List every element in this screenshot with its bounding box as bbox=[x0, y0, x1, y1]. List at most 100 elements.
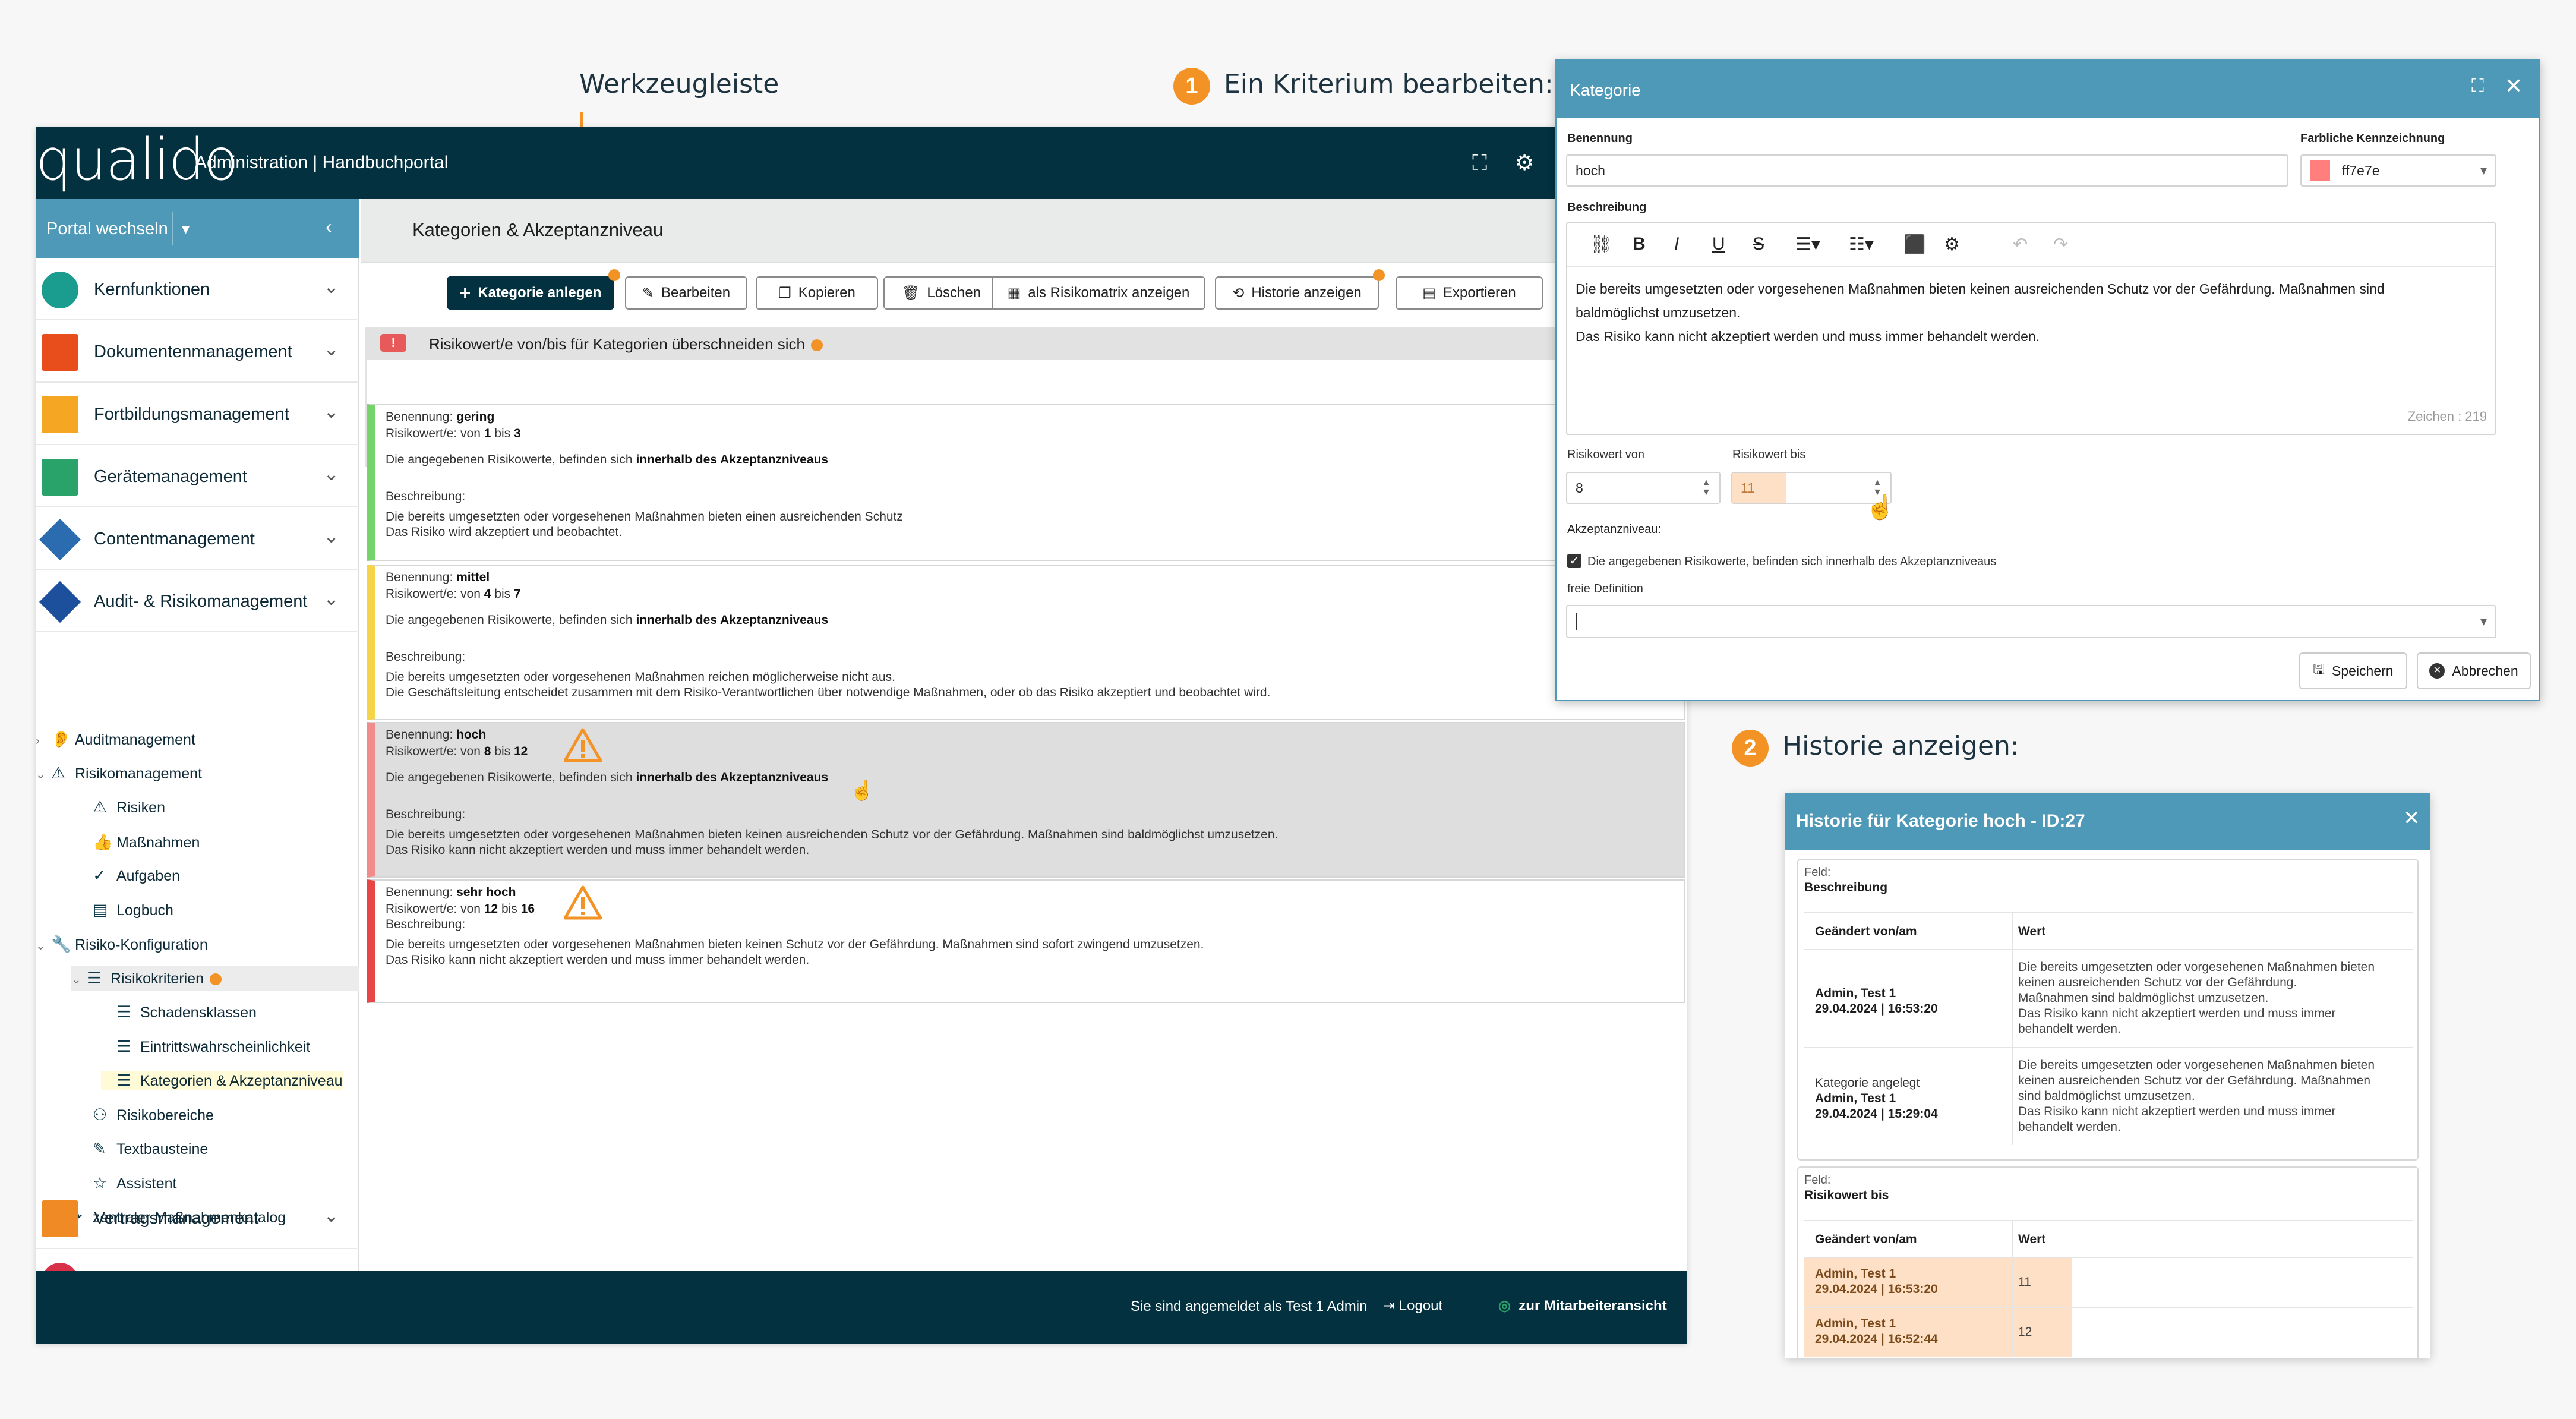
history-section: Feld: Beschreibung Geändert von/am Wert Admi… bbox=[1797, 859, 2419, 1161]
strikethrough-icon[interactable]: S bbox=[1753, 234, 1764, 254]
color-select[interactable]: ff7e7e ▾ bbox=[2300, 154, 2496, 187]
collapse-icon[interactable]: ‹ bbox=[326, 216, 332, 238]
sidebar-module-4[interactable]: Contentmanagement ⌄ bbox=[36, 508, 359, 570]
module-label: Contentmanagement bbox=[94, 529, 255, 548]
free-definition-label: freie Definition bbox=[1567, 582, 1643, 595]
tree-item-10[interactable]: ☰ Kategorien & Akzeptanzniveau bbox=[101, 1071, 343, 1090]
card-name: mittel bbox=[456, 570, 490, 584]
chevron-down-icon: ⌄ bbox=[323, 588, 339, 609]
tree-item-12[interactable]: ✎ Textbausteine bbox=[77, 1140, 208, 1158]
from-input[interactable]: 8 ▲ ▼ bbox=[1566, 472, 1721, 504]
acceptance-checkbox-label: Die angegebenen Risikowerte, befinden si… bbox=[1587, 555, 1997, 568]
redo-icon[interactable]: ↷ bbox=[2053, 234, 2068, 255]
sidebar-module-3[interactable]: Gerätemanagement ⌄ bbox=[36, 446, 359, 507]
toolbar-button-0[interactable]: + Kategorie anlegen bbox=[447, 269, 620, 310]
block-icon[interactable]: ⬛ bbox=[1903, 234, 1925, 255]
tree-icon: 👍 bbox=[93, 833, 113, 851]
link-icon[interactable]: ⛓ bbox=[1590, 234, 1612, 255]
tree-item-0[interactable]: › 👂 Auditmanagement bbox=[36, 730, 195, 749]
logged-in-text: Sie sind angemeldet als Test 1 Admin bbox=[1131, 1298, 1368, 1314]
field-name: Risikowert bis bbox=[1804, 1188, 1889, 1202]
tree-item-8[interactable]: ☰ Schadensklassen bbox=[101, 1003, 257, 1021]
sidebar-module-bottom-0[interactable]: Vertragsmanagement ⌄ bbox=[36, 1187, 359, 1249]
toolbar-button-1[interactable]: ✎ Bearbeiten bbox=[625, 276, 747, 310]
toolbar-button-4[interactable]: ▦ als Risikomatrix anzeigen bbox=[992, 276, 1205, 310]
tree-icon: 👂 bbox=[51, 730, 71, 748]
category-dialog: Kategorie ⛶ ✕ Benennung hoch Farbliche K… bbox=[1555, 59, 2540, 701]
tree-item-9[interactable]: ☰ Eintrittswahrscheinlichkeit bbox=[101, 1038, 310, 1056]
history-row: Admin, Test 1 29.04.2024 | 16:53:20 Die be… bbox=[1804, 949, 2413, 1047]
category-card[interactable]: Benennung: mittel Risikowert/e: von 4 bis… bbox=[367, 565, 1685, 720]
toolbar-icon: ▦ bbox=[1007, 285, 1021, 301]
tree-icon: ⚠ bbox=[93, 798, 108, 816]
toolbar-button-3[interactable]: 🗑 Löschen bbox=[883, 276, 999, 310]
employee-view-link[interactable]: ◎ zur Mitarbeiteransicht bbox=[1498, 1297, 1667, 1314]
to-label: Risikowert bis bbox=[1732, 448, 1806, 461]
maximize-icon[interactable]: ⛶ bbox=[2471, 76, 2484, 96]
warning-badge: ! bbox=[380, 334, 406, 352]
free-definition-select[interactable]: ▾ bbox=[1566, 605, 2496, 638]
tree-item-label: Risikomanagement bbox=[75, 765, 202, 782]
warning-icon bbox=[564, 885, 602, 920]
description-editor[interactable]: ⛓ B I U S ☰▾ ☷▾ ⬛ ⚙ ↶ ↷ Die bereits umge… bbox=[1566, 222, 2496, 435]
history-row: Kategorie angelegt Admin, Test 1 29.04.202… bbox=[1804, 1047, 2413, 1145]
module-label: Audit- & Risikomanagement bbox=[94, 592, 308, 611]
italic-icon[interactable]: I bbox=[1674, 234, 1679, 254]
color-label: Farbliche Kennzeichnung bbox=[2300, 132, 2445, 145]
ordered-list-icon[interactable]: ☰▾ bbox=[1795, 234, 1820, 255]
tree-icon: ☰ bbox=[87, 969, 102, 987]
snippet-icon[interactable]: ⚙ bbox=[1944, 234, 1960, 255]
field-label: Feld: bbox=[1804, 866, 1831, 879]
tree-item-6[interactable]: ⌄ 🔧 Risiko-Konfiguration bbox=[36, 935, 208, 954]
sidebar: Portal wechseln ▾ ‹ Kernfunktionen ⌄ Dokum… bbox=[36, 199, 359, 1311]
module-icon bbox=[42, 334, 78, 371]
portal-switch[interactable]: Portal wechseln ▾ ‹ bbox=[36, 199, 359, 258]
sidebar-module-2[interactable]: Fortbildungsmanagement ⌄ bbox=[36, 383, 359, 445]
name-input[interactable]: hoch bbox=[1566, 154, 2288, 187]
tree-item-3[interactable]: 👍 Maßnahmen bbox=[77, 833, 200, 852]
module-icon bbox=[42, 396, 78, 433]
tree-item-2[interactable]: ⚠ Risiken bbox=[77, 798, 165, 816]
category-card[interactable]: Benennung: sehr hoch Risikowert/e: von 12… bbox=[367, 879, 1685, 1003]
field-label: Feld: bbox=[1804, 1174, 1831, 1187]
fullscreen-icon[interactable]: ⛶ bbox=[1472, 150, 1487, 176]
logout-link[interactable]: ⇥ Logout bbox=[1383, 1297, 1442, 1314]
description-text: Die bereits umgesetzten oder vorgesehene… bbox=[1576, 281, 2385, 344]
save-button[interactable]: 🖫 Speichern bbox=[2299, 652, 2407, 689]
tree-item-5[interactable]: ▤ Logbuch bbox=[77, 901, 173, 919]
toolbar-button-5[interactable]: ⟲ Historie anzeigen bbox=[1215, 269, 1385, 310]
category-card[interactable]: Benennung: gering Risikowert/e: von 1 bis… bbox=[367, 404, 1685, 561]
toolbar-button-2[interactable]: ❐ Kopieren bbox=[756, 276, 878, 310]
module-label: Kernfunktionen bbox=[94, 280, 210, 299]
close-icon[interactable]: ✕ bbox=[2505, 74, 2523, 99]
underline-icon[interactable]: U bbox=[1712, 234, 1725, 254]
toolbar-button-6[interactable]: ▤ Exportieren bbox=[1396, 276, 1543, 310]
category-card[interactable]: Benennung: hoch Risikowert/e: von 8 bis 1… bbox=[367, 722, 1685, 878]
tree-item-4[interactable]: ✓ Aufgaben bbox=[77, 866, 180, 885]
card-name: hoch bbox=[456, 728, 487, 742]
stepper-icon[interactable]: ▲ ▼ bbox=[1701, 478, 1711, 497]
history-title: Historie für Kategorie hoch - ID:27 bbox=[1796, 811, 2085, 831]
bullet-list-icon[interactable]: ☷▾ bbox=[1849, 234, 1874, 255]
tree-item-1[interactable]: ⌄ ⚠ Risikomanagement bbox=[36, 764, 202, 783]
to-value-highlight: 11 bbox=[1732, 473, 1786, 503]
acceptance-checkbox[interactable]: ✓ bbox=[1567, 554, 1581, 568]
save-icon: 🖫 bbox=[2313, 661, 2325, 677]
portal-switch-dropdown-icon[interactable]: ▾ bbox=[172, 212, 190, 245]
sidebar-module-1[interactable]: Dokumentenmanagement ⌄ bbox=[36, 321, 359, 383]
undo-icon[interactable]: ↶ bbox=[2013, 234, 2028, 255]
cancel-button[interactable]: ✕ Abbrechen bbox=[2417, 652, 2531, 689]
tree-item-11[interactable]: ⚇ Risikobereiche bbox=[77, 1106, 214, 1124]
close-icon[interactable]: ✕ bbox=[2403, 806, 2420, 830]
annotation-toolbar: Werkzeugleiste bbox=[579, 69, 779, 99]
sidebar-module-5[interactable]: Audit- & Risikomanagement ⌄ bbox=[36, 570, 359, 632]
bold-icon[interactable]: B bbox=[1633, 234, 1646, 254]
toolbar-icon: 🗑 bbox=[901, 285, 920, 301]
sidebar-module-0[interactable]: Kernfunktionen ⌄ bbox=[36, 258, 359, 320]
dialog-header: Kategorie ⛶ ✕ bbox=[1557, 61, 2539, 118]
gear-icon[interactable]: ⚙ bbox=[1515, 150, 1534, 175]
card-name: gering bbox=[456, 410, 495, 424]
tree-item-label: Risikokriterien bbox=[111, 970, 204, 987]
field-name: Beschreibung bbox=[1804, 881, 1888, 894]
tree-item-7[interactable]: ⌄ ☰ Risikokriterien bbox=[71, 965, 359, 991]
